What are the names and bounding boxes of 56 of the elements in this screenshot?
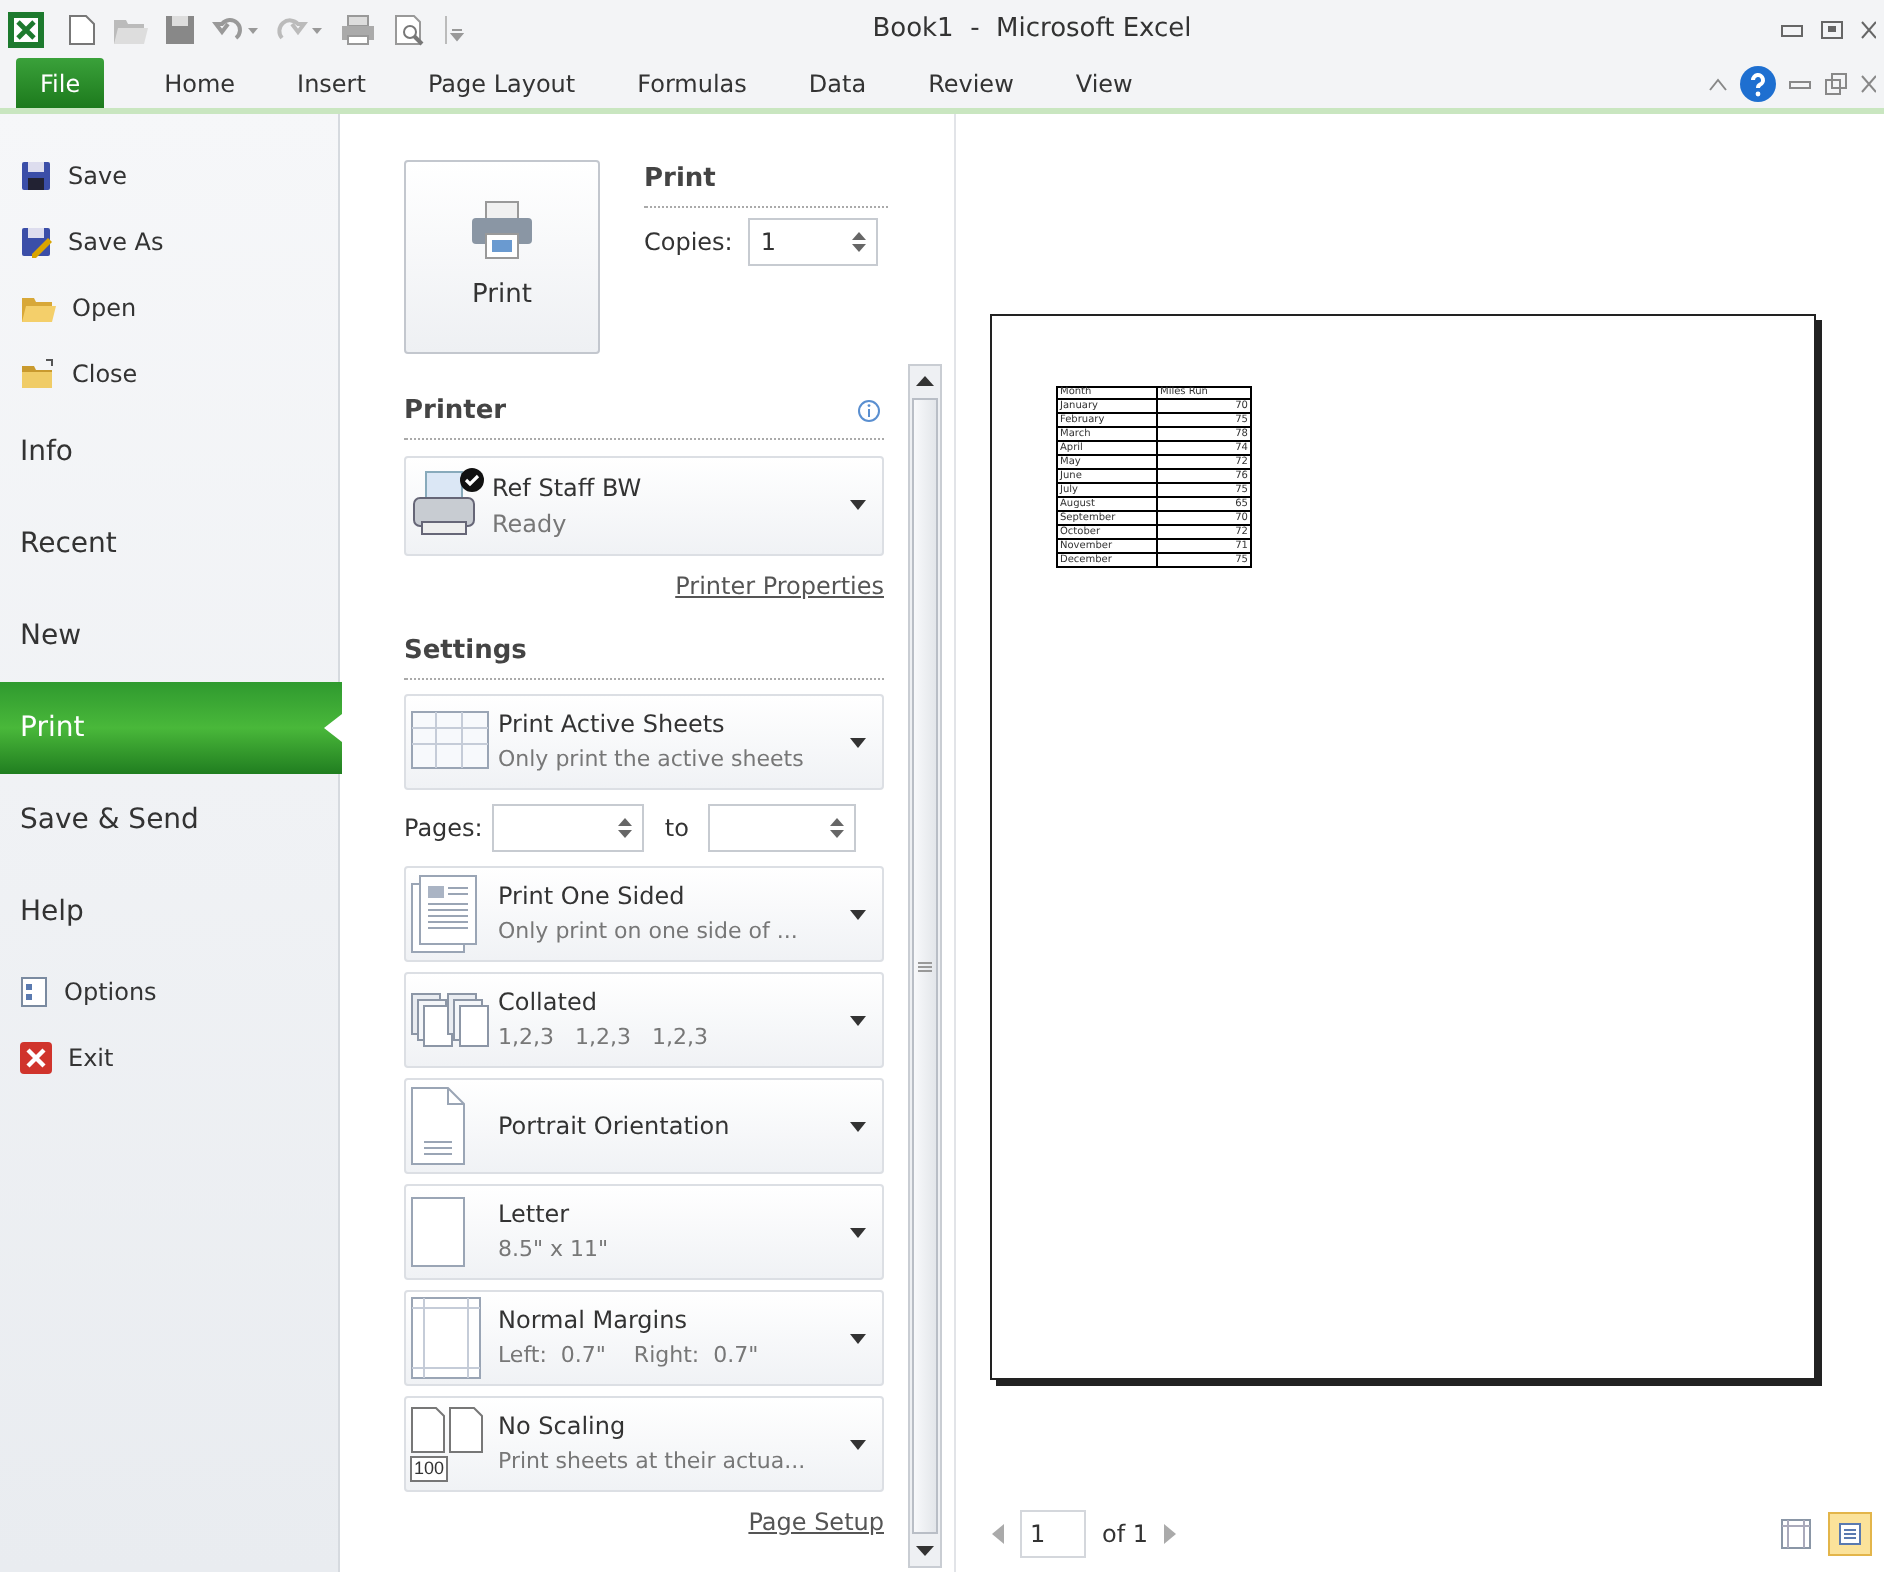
menu-section[interactable]: Save & Send: [0, 774, 338, 866]
setting-description: Left: 0.7" Right: 0.7": [498, 1340, 761, 1372]
menu-command[interactable]: Exit: [0, 1024, 338, 1090]
menu-section[interactable]: Info: [0, 406, 338, 498]
menu-command[interactable]: Save As: [0, 208, 338, 274]
settings-dropdown[interactable]: 100 No Scaling Print sheets at their actua...: [404, 1396, 884, 1492]
settings-dropdown[interactable]: Print Active Sheets Only print the active sheets: [404, 694, 884, 790]
menu-command[interactable]: Close: [0, 340, 338, 406]
ribbon-tab[interactable]: Formulas: [613, 58, 771, 108]
settings-dropdown[interactable]: Letter 8.5" x 11": [404, 1184, 884, 1280]
setting-description: Print sheets at their actua...: [498, 1446, 808, 1478]
setting-title: Portrait Orientation: [498, 1110, 732, 1144]
setting-title: Collated: [498, 986, 599, 1020]
setting-title: Print One Sided: [498, 880, 687, 914]
page-number-field[interactable]: 1: [1020, 1510, 1086, 1558]
printer-status: Ready: [492, 507, 569, 541]
print-heading: Print: [644, 160, 888, 207]
ribbon-tab[interactable]: Data: [784, 58, 891, 108]
menu-command[interactable]: Open: [0, 274, 338, 340]
setting-title: Letter: [498, 1198, 572, 1232]
copies-spinner[interactable]: 1: [748, 217, 879, 265]
setting-description: 8.5" x 11": [498, 1234, 611, 1266]
settings-heading: Settings: [404, 631, 884, 680]
ribbon-tab[interactable]: View: [1051, 58, 1157, 108]
settings-dropdown[interactable]: Portrait Orientation: [404, 1078, 884, 1174]
settings-dropdown[interactable]: Print One Sided Only print on one side of ...: [404, 866, 884, 962]
printer-heading: Printer: [404, 394, 507, 430]
setting-description: Only print on one side of ...: [498, 916, 800, 948]
menu-section[interactable]: New: [0, 590, 338, 682]
printer-dropdown[interactable]: Ref Staff BW Ready: [404, 455, 884, 555]
page-setup-link[interactable]: Page Setup: [748, 1504, 884, 1540]
menu-section[interactable]: Recent: [0, 498, 338, 590]
ribbon-tab[interactable]: Page Layout: [403, 58, 600, 108]
scale-percent-label: 100: [410, 1456, 449, 1482]
ribbon-tab[interactable]: File: [16, 58, 105, 108]
to-label: to: [664, 812, 689, 846]
printer-name: Ref Staff BW: [492, 471, 644, 505]
setting-title: Print Active Sheets: [498, 708, 727, 742]
ribbon-tab[interactable]: Insert: [273, 58, 390, 108]
printer-properties-link[interactable]: Printer Properties: [675, 567, 884, 603]
setting-description: 1,2,3 1,2,3 1,2,3: [498, 1022, 710, 1054]
pages-label: Pages:: [404, 812, 483, 846]
settings-dropdown[interactable]: Collated 1,2,3 1,2,3 1,2,3: [404, 972, 884, 1068]
ribbon-tab[interactable]: Review: [904, 58, 1038, 108]
page-count: of 1: [1102, 1518, 1149, 1552]
ribbon-tab[interactable]: Home: [140, 58, 260, 108]
setting-title: Normal Margins: [498, 1304, 689, 1338]
settings-dropdown[interactable]: Normal Margins Left: 0.7" Right: 0.7": [404, 1290, 884, 1386]
menu-command[interactable]: Options: [0, 958, 338, 1024]
setting-description: Only print the active sheets: [498, 744, 806, 776]
setting-title: No Scaling: [498, 1410, 628, 1444]
copies-label: Copies:: [644, 225, 733, 259]
window-title: Book1 - Microsoft Excel: [872, 12, 1192, 49]
menu-section[interactable]: Help: [0, 866, 338, 958]
menu-command[interactable]: Save: [0, 142, 338, 208]
print-button[interactable]: Print: [404, 160, 600, 354]
